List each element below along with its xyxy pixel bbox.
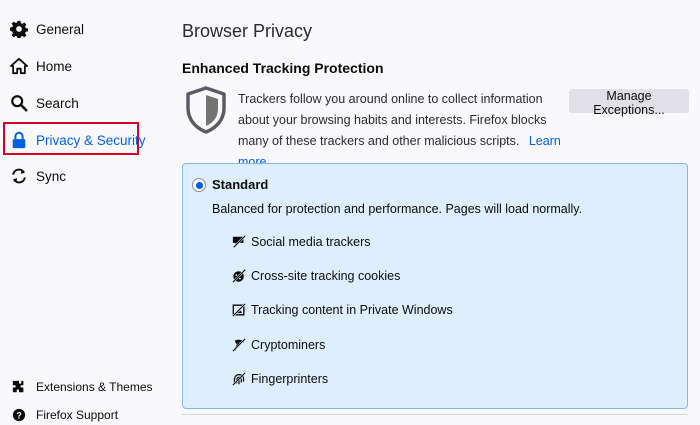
feature-label: Tracking content in Private Windows <box>251 303 453 317</box>
feature-tracking-content: Tracking content in Private Windows <box>232 300 453 320</box>
tracking-protection-description: Trackers follow you around online to col… <box>238 89 570 173</box>
manage-exceptions-button[interactable]: Manage Exceptions... <box>569 89 689 117</box>
fingerprint-icon <box>232 372 246 386</box>
feature-label: Cryptominers <box>251 338 326 352</box>
cookie-icon <box>232 269 246 283</box>
standard-description: Balanced for protection and performance.… <box>212 202 583 216</box>
feature-fingerprinters: Fingerprinters <box>232 369 328 389</box>
tracking-content-icon <box>232 303 246 317</box>
sidebar-item-privacy-security[interactable]: Privacy & Security <box>10 128 146 152</box>
sidebar-item-label: Privacy & Security <box>36 132 146 148</box>
home-icon <box>10 57 28 75</box>
radio-selected-dot <box>195 181 203 189</box>
puzzle-icon <box>12 380 24 393</box>
search-icon <box>11 95 28 112</box>
sidebar-footer-label: Extensions & Themes <box>36 380 153 394</box>
sync-icon <box>12 168 26 184</box>
standard-protection-card[interactable]: Standard Balanced for protection and per… <box>182 163 688 409</box>
standard-radio[interactable] <box>192 178 206 192</box>
gear-icon <box>10 20 28 38</box>
feature-cross-site-cookies: Cross-site tracking cookies <box>232 266 400 286</box>
section-title: Enhanced Tracking Protection <box>182 60 384 76</box>
sidebar-item-label: Sync <box>36 168 67 184</box>
sidebar-item-home[interactable]: Home <box>10 54 72 78</box>
sidebar-item-search[interactable]: Search <box>10 91 79 115</box>
sidebar-item-general[interactable]: General <box>10 17 84 41</box>
feature-label: Cross-site tracking cookies <box>251 269 401 283</box>
social-tracker-icon <box>232 235 246 249</box>
sidebar-item-label: General <box>36 21 85 37</box>
sidebar-item-label: Search <box>36 95 79 111</box>
sidebar-item-label: Home <box>36 58 73 74</box>
feature-cryptominers: Cryptominers <box>232 335 325 355</box>
description-text: Trackers follow you around online to col… <box>238 92 547 148</box>
feature-label: Social media trackers <box>251 235 371 249</box>
shield-icon <box>186 86 226 134</box>
page-title: Browser Privacy <box>182 21 313 41</box>
feature-social-media-trackers: Social media trackers <box>232 232 371 252</box>
sidebar-item-sync[interactable]: Sync <box>10 164 66 188</box>
sidebar: General Home Search Privacy & Security S… <box>0 0 160 422</box>
standard-label: Standard <box>212 177 269 192</box>
svg-text:?: ? <box>16 411 21 421</box>
feature-label: Fingerprinters <box>251 372 329 386</box>
lock-icon <box>12 131 26 149</box>
cryptominer-icon <box>232 338 246 352</box>
next-option-card-edge <box>182 414 688 415</box>
sidebar-firefox-support-link[interactable]: ? Firefox Support <box>12 405 118 425</box>
sidebar-extensions-themes-link[interactable]: Extensions & Themes <box>12 377 153 397</box>
